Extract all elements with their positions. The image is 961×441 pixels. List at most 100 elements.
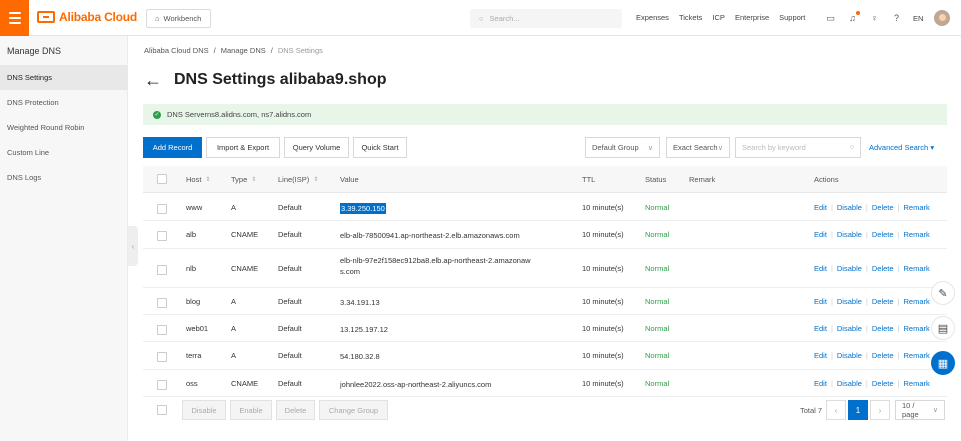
cell-value[interactable]: elb-alb-78500941.ap-northeast-2.elb.amaz…	[340, 230, 570, 241]
disable-link[interactable]: Disable	[837, 297, 862, 306]
delete-link[interactable]: Delete	[872, 379, 894, 388]
sidebar-item-dns-logs[interactable]: DNS Logs	[0, 165, 128, 190]
workbench-label: Workbench	[163, 14, 202, 23]
delete-link[interactable]: Delete	[872, 230, 894, 239]
disable-link[interactable]: Disable	[837, 203, 862, 212]
terminal-icon[interactable]: ▭	[825, 13, 836, 24]
search-input[interactable]: ○ Search...	[470, 9, 622, 28]
row-checkbox[interactable]	[157, 265, 167, 275]
remark-link[interactable]: Remark	[904, 264, 930, 273]
remark-link[interactable]: Remark	[904, 379, 930, 388]
sidebar-item-dns-settings[interactable]: DNS Settings	[0, 65, 128, 90]
edit-link[interactable]: Edit	[814, 297, 827, 306]
header-line[interactable]: Line(ISP) ⇕	[278, 175, 318, 184]
menu-icon[interactable]	[0, 0, 29, 36]
disable-link[interactable]: Disable	[837, 324, 862, 333]
row-checkbox[interactable]	[157, 380, 167, 390]
apps-icon[interactable]: ▦	[931, 351, 955, 375]
edit-feedback-icon[interactable]: ✎	[931, 281, 955, 305]
sort-icon[interactable]: ⇕	[313, 176, 318, 183]
cell-value[interactable]: 13.125.197.12	[340, 324, 570, 335]
cell-value[interactable]: elb-nlb-97e2f158ec912ba8.elb.ap-northeas…	[340, 255, 535, 277]
footer-select-all-checkbox[interactable]	[157, 405, 167, 415]
sidebar-item-custom-line[interactable]: Custom Line	[0, 140, 128, 165]
change-group-button[interactable]: Change Group	[319, 400, 388, 420]
lightbulb-icon[interactable]: ♀	[869, 13, 880, 24]
link-expenses[interactable]: Expenses	[636, 13, 669, 22]
link-support[interactable]: Support	[779, 13, 805, 22]
disable-link[interactable]: Disable	[837, 379, 862, 388]
back-arrow-icon[interactable]: ←	[144, 71, 162, 89]
link-icp[interactable]: ICP	[712, 13, 725, 22]
delete-link[interactable]: Delete	[872, 297, 894, 306]
header-type[interactable]: Type ⇕	[231, 175, 256, 184]
edit-link[interactable]: Edit	[814, 351, 827, 360]
chevron-right-icon: ›	[878, 405, 882, 415]
row-actions: Edit | Disable | Delete | Remark	[814, 379, 930, 388]
edit-link[interactable]: Edit	[814, 230, 827, 239]
row-checkbox[interactable]	[157, 325, 167, 335]
bulk-delete-button[interactable]: Delete	[276, 400, 315, 420]
disable-link[interactable]: Disable	[837, 264, 862, 273]
avatar[interactable]	[934, 10, 951, 26]
chat-icon[interactable]: ▤	[931, 316, 955, 340]
sort-icon[interactable]: ⇕	[205, 176, 210, 183]
select-all-checkbox[interactable]	[157, 174, 167, 184]
header-host[interactable]: Host ⇕	[186, 175, 210, 184]
add-record-button[interactable]: Add Record	[143, 137, 202, 158]
logo[interactable]: Alibaba Cloud	[37, 10, 137, 24]
cell-value[interactable]: 3.39.250.150	[340, 203, 570, 214]
cell-line: Default	[278, 230, 302, 239]
remark-link[interactable]: Remark	[904, 230, 930, 239]
bulk-enable-button[interactable]: Enable	[230, 400, 272, 420]
search-mode-select[interactable]: Exact Search ∨	[666, 137, 730, 158]
remark-link[interactable]: Remark	[904, 324, 930, 333]
bulk-disable-button[interactable]: Disable	[182, 400, 226, 420]
cell-value[interactable]: johnlee2022.oss-ap-northeast-2.aliyuncs.…	[340, 379, 570, 390]
edit-link[interactable]: Edit	[814, 324, 827, 333]
cell-value[interactable]: 3.34.191.13	[340, 297, 570, 308]
row-checkbox[interactable]	[157, 231, 167, 241]
sidebar-item-dns-protection[interactable]: DNS Protection	[0, 90, 128, 115]
edit-link[interactable]: Edit	[814, 379, 827, 388]
row-actions: Edit | Disable | Delete | Remark	[814, 264, 930, 273]
group-select[interactable]: Default Group ∨	[585, 137, 660, 158]
bell-icon[interactable]: ♫	[847, 10, 860, 24]
remark-link[interactable]: Remark	[904, 203, 930, 212]
disable-link[interactable]: Disable	[837, 230, 862, 239]
row-checkbox[interactable]	[157, 204, 167, 214]
page-1-button[interactable]: 1	[848, 400, 868, 420]
row-checkbox[interactable]	[157, 298, 167, 308]
disable-link[interactable]: Disable	[837, 351, 862, 360]
delete-link[interactable]: Delete	[872, 351, 894, 360]
query-volume-button[interactable]: Query Volume	[284, 137, 349, 158]
prev-page-button[interactable]: ‹	[826, 400, 846, 420]
link-enterprise[interactable]: Enterprise	[735, 13, 769, 22]
delete-link[interactable]: Delete	[872, 203, 894, 212]
row-checkbox[interactable]	[157, 352, 167, 362]
edit-link[interactable]: Edit	[814, 264, 827, 273]
sort-icon[interactable]: ⇕	[251, 176, 256, 183]
search-icon[interactable]: ○	[850, 144, 854, 151]
logo-icon	[37, 11, 55, 23]
sidebar-item-weighted-round-robin[interactable]: Weighted Round Robin	[0, 115, 128, 140]
quick-start-button[interactable]: Quick Start	[353, 137, 407, 158]
sidebar-collapse-handle[interactable]: ‹	[128, 226, 138, 266]
remark-link[interactable]: Remark	[904, 351, 930, 360]
breadcrumb-item[interactable]: Manage DNS	[221, 46, 266, 55]
help-icon[interactable]: ?	[891, 13, 902, 24]
edit-link[interactable]: Edit	[814, 203, 827, 212]
workbench-button[interactable]: ⌂ Workbench	[146, 9, 211, 28]
import-export-button[interactable]: Import & Export	[206, 137, 280, 158]
page-size-select[interactable]: 10 / page ∨	[895, 400, 945, 420]
cell-value[interactable]: 54.180.32.8	[340, 351, 570, 362]
language-switch[interactable]: EN	[913, 14, 923, 23]
delete-link[interactable]: Delete	[872, 324, 894, 333]
keyword-search-input[interactable]: Search by keyword ○	[735, 137, 861, 158]
link-tickets[interactable]: Tickets	[679, 13, 702, 22]
remark-link[interactable]: Remark	[904, 297, 930, 306]
next-page-button[interactable]: ›	[870, 400, 890, 420]
advanced-search-link[interactable]: Advanced Search ▾	[869, 143, 934, 152]
delete-link[interactable]: Delete	[872, 264, 894, 273]
breadcrumb-item[interactable]: Alibaba Cloud DNS	[144, 46, 209, 55]
